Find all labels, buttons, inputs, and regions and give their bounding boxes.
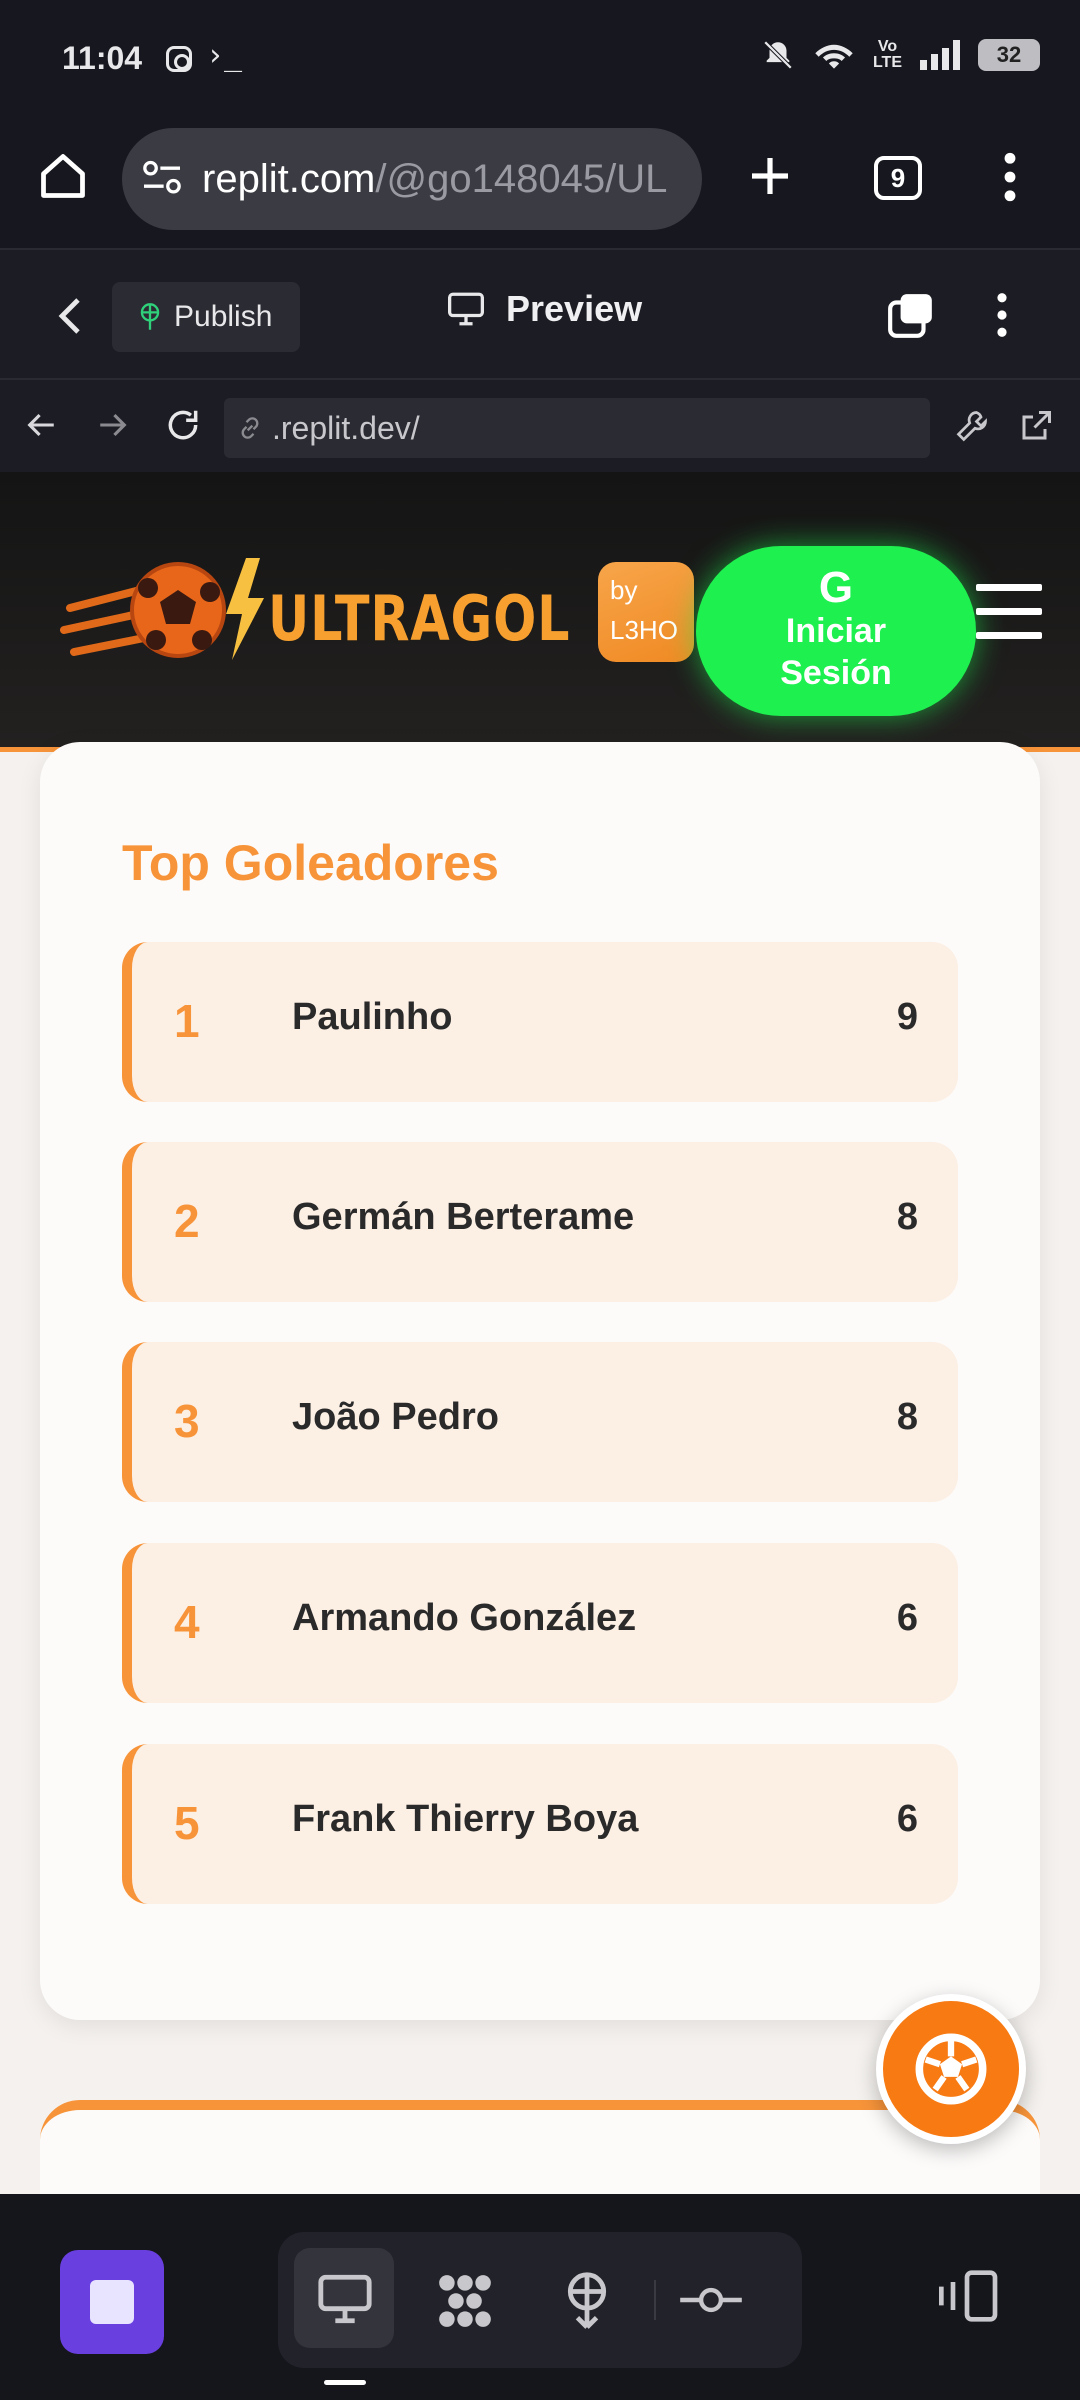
scorer-row[interactable]: 5 Frank Thierry Boya 6 [122,1744,958,1904]
hamburger-menu-icon[interactable] [976,584,1042,656]
stop-button[interactable] [60,2250,164,2354]
preview-tab[interactable]: Preview [446,288,642,330]
reload-icon[interactable] [164,406,202,444]
gesture-bar [324,2380,366,2385]
url-bar[interactable]: replit.com/@go148045/UL [122,128,702,230]
git-commit-icon[interactable] [678,2280,744,2320]
top-scorers-title: Top Goleadores [122,835,499,891]
google-icon: G [818,563,854,612]
volte-icon: Vo LTE [872,38,902,71]
deploy-icon[interactable] [558,2270,616,2332]
battery-icon: 32 [978,39,1040,71]
scorer-goals: 6 [896,1798,918,1840]
signal-icon [920,40,960,70]
browser-toolbar: replit.com/@go148045/UL 9 [0,120,1080,248]
wifi-icon [815,44,853,69]
scorer-row[interactable]: 3 João Pedro 8 [122,1342,958,1502]
forward-arrow-icon[interactable] [96,408,130,442]
scorer-rank: 3 [174,1395,200,1447]
tabs-icon[interactable] [886,290,936,340]
publish-icon [140,303,160,330]
login-button[interactable]: G Iniciar Sesión [696,546,976,716]
publish-label: Publish [174,300,273,333]
divider [654,2280,656,2320]
wrench-icon[interactable] [954,408,990,444]
scorer-goals: 6 [896,1597,918,1639]
site-header: ULTRAGOL by L3HO G Iniciar Sesión [0,472,1080,752]
replit-header: Publish Preview [0,248,1080,380]
scorer-row[interactable]: 4 Armando González 6 [122,1543,958,1703]
scorer-goals: 9 [896,996,918,1038]
soccer-ball-icon [915,2033,987,2105]
preview-label: Preview [506,288,643,329]
scorer-rank: 2 [174,1195,200,1247]
preview-address-bar: .replit.dev/ [0,380,1080,472]
open-external-icon[interactable] [1018,408,1054,444]
webpage-viewport: ULTRAGOL by L3HO G Iniciar Sesión Top Go… [0,472,1080,2194]
preview-monitor-icon [318,2274,372,2324]
scorer-rank: 5 [174,1797,200,1849]
stop-icon [90,2280,134,2324]
status-icons: Vo LTE 32 [761,38,1040,72]
mute-icon [763,40,793,70]
login-label-line2: Sesión [780,654,892,692]
scorer-goals: 8 [896,1396,918,1438]
scorer-name: Frank Thierry Boya [292,1798,639,1840]
url-host: replit.com [202,156,376,201]
monitor-icon [448,292,484,326]
link-icon [241,417,259,439]
scorer-row[interactable]: 2 Germán Berterame 8 [122,1142,958,1302]
url-path: /@go148045/UL [375,156,668,201]
scorer-row[interactable]: 1 Paulinho 9 [122,942,958,1102]
preview-url-text: .replit.dev/ [272,409,420,446]
scorer-goals: 8 [896,1196,918,1238]
back-arrow-icon[interactable] [24,408,58,442]
publish-button[interactable]: Publish [112,282,300,352]
back-chevron-icon[interactable] [56,296,84,336]
next-section-card [40,2100,1040,2194]
preview-url-field[interactable]: .replit.dev/ [224,398,930,458]
replit-bottom-toolbar [0,2194,1080,2400]
panel-toggle-icon[interactable] [934,2268,1000,2324]
scorer-name: Paulinho [292,996,453,1038]
clock: 11:04 [62,40,143,76]
home-icon[interactable] [36,150,90,202]
by-l3ho-badge: by L3HO [598,562,694,662]
instagram-icon [166,46,192,72]
scorer-rank: 1 [174,995,200,1047]
top-scorers-card: Top Goleadores 1 Paulinho 9 2 Germán Ber… [40,742,1040,2020]
scorer-name: Germán Berterame [292,1196,635,1238]
status-bar: 11:04 ›_ Vo LTE 32 [0,0,1080,120]
scorer-name: João Pedro [292,1396,499,1438]
agent-icon[interactable] [434,2270,496,2332]
scorer-rank: 4 [174,1596,200,1648]
football-fab-button[interactable] [876,1994,1026,2144]
scorer-name: Armando González [292,1597,637,1639]
ultragol-logo-icon[interactable] [60,548,270,678]
replit-menu-icon[interactable] [994,292,1010,338]
browser-menu-icon[interactable] [1000,152,1020,202]
tab-switcher-button[interactable]: 9 [874,156,922,200]
tool-switcher [278,2232,802,2368]
site-settings-icon[interactable] [142,160,182,196]
new-tab-icon[interactable] [746,152,794,200]
login-label-line1: Iniciar [785,612,887,650]
terminal-icon: ›_ [206,38,243,73]
ultragol-logo-text: ULTRAGOL [268,582,571,655]
